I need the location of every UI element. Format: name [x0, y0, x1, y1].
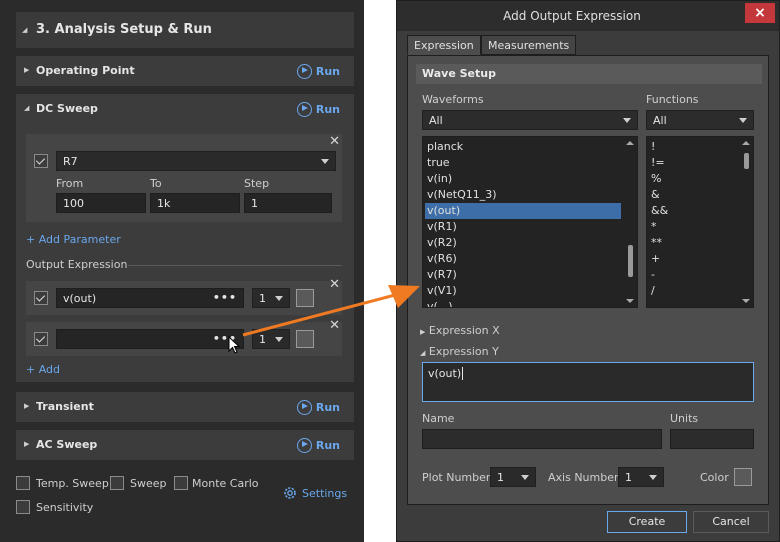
callout-arrow [242, 285, 420, 337]
